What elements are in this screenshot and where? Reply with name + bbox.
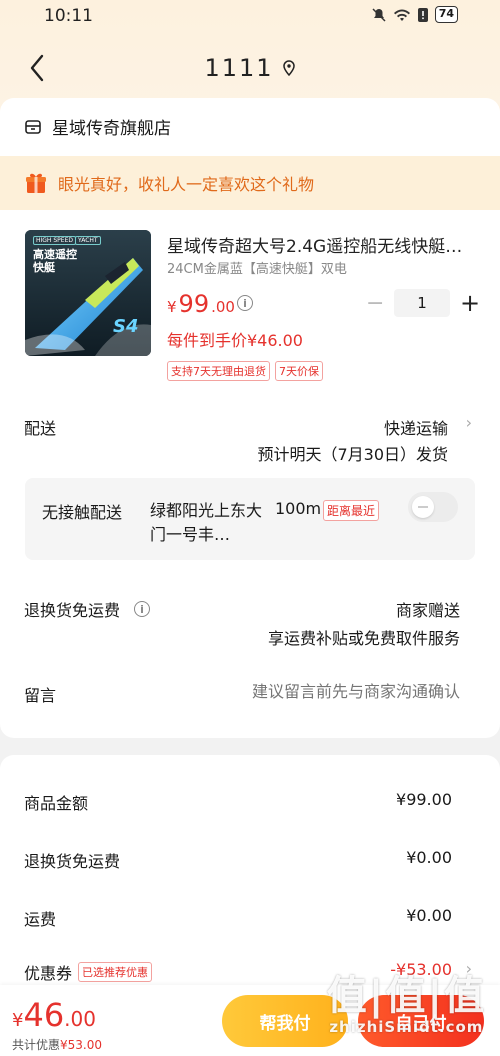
service-tag: 支持7天无理由退货 [167,361,270,381]
store-name: 星域传奇旗舰店 [52,119,171,139]
nearest-badge: 距离最近 [323,500,380,521]
battery-level: 74 [438,7,454,20]
coupon-label: 优惠券 [24,964,73,983]
contactless-distance: 100m [275,499,322,518]
store-row[interactable]: 星域传奇旗舰店 [24,114,171,139]
summary-row: 退换货免运费 ¥0.00 [24,848,452,872]
product-image-badge-1: HIGH SPEED [33,236,76,245]
contactless-toggle[interactable] [408,492,458,522]
product-price: ¥ 99 .00 [167,290,235,318]
service-tag: 7天价保 [275,361,323,381]
product-image-badge-2: YACHT [75,236,101,245]
total-integer: 46 [23,996,65,1034]
store-icon [25,119,41,134]
increase-quantity-button[interactable]: + [460,289,480,317]
shipping-eta: 预计明天（7月30日）发货 [257,445,448,464]
alert-icon [417,7,428,22]
gift-icon [26,173,46,193]
total-discount: 共计优惠¥53.00 [12,1036,102,1053]
summary-value: ¥0.00 [406,906,452,925]
address-title: 1111 [204,54,274,82]
summary-row: 商品金额 ¥99.00 [24,790,452,814]
total-symbol: ¥ [12,1010,24,1031]
toggle-knob [412,496,434,518]
summary-label: 商品金额 [24,794,89,813]
product-image[interactable]: HIGH SPEED YACHT 高速遥控快艇 S4 [25,230,151,356]
quantity-input[interactable]: 1 [394,289,450,317]
watermark-site: zhizhiSmidt.com [329,1018,484,1036]
return-freight-row: 退换货免运费 i [24,597,151,621]
product-spec[interactable]: 24CM金属蓝【高速快艇】双电 [167,258,347,277]
price-info-icon[interactable]: i [237,295,253,311]
note-label: 留言 [24,686,57,705]
watermark: 值|值|值 zhizhiSmidt.com [327,974,486,1036]
summary-value: ¥99.00 [396,790,452,809]
return-freight-info-icon[interactable]: i [134,601,151,617]
price-integer: 99 [178,290,210,318]
product-image-label: S4 [113,316,139,337]
gift-banner: 眼光真好，收礼人一定喜欢这个礼物 [0,156,500,210]
price-symbol: ¥ [167,298,177,316]
wifi-icon [393,9,410,21]
address-selector[interactable]: 1111 [0,54,500,82]
decrease-quantity-button[interactable]: − [366,291,384,316]
product-image-title: 高速遥控快艇 [33,248,77,274]
contactless-label: 无接触配送 [42,503,123,522]
total-price: ¥ 46 .00 [12,996,96,1034]
gift-banner-text: 眼光真好，收礼人一定喜欢这个礼物 [58,175,315,194]
note-input[interactable] [200,682,460,701]
status-time: 10:11 [44,6,93,26]
summary-label: 退换货免运费 [24,852,121,871]
service-tags: 支持7天无理由退货 7天价保 [167,361,323,381]
price-decimal: .00 [211,298,235,316]
return-freight-desc: 享运费补贴或免费取件服务 [267,629,460,648]
summary-value: ¥0.00 [406,848,452,867]
shipping-method[interactable]: 快递运输 [384,415,448,439]
chevron-right-icon[interactable]: › [466,413,472,432]
quantity-stepper: − 1 + [366,289,480,317]
return-freight-label: 退换货免运费 [24,601,121,620]
total-decimal: .00 [64,1007,96,1031]
location-pin-icon [282,60,295,76]
unit-price: 每件到手价¥46.00 [167,331,303,350]
saved-prefix: 共计优惠 [12,1038,61,1052]
status-icons: 74 [371,6,458,23]
watermark-logo: 值|值|值 [326,973,486,1019]
mute-icon [372,7,386,22]
coupon-tag: 已选推荐优惠 [78,962,153,982]
battery-icon: 74 [434,6,458,23]
summary-label: 运费 [24,910,57,929]
return-freight-value: 商家赠送 [395,601,460,620]
product-title[interactable]: 星域传奇超大号2.4G遥控船无线快艇… [167,232,477,257]
saved-value: ¥53.00 [60,1038,103,1052]
contactless-address: 绿都阳光上东大门一号丰… [150,501,263,544]
shipping-label: 配送 [24,419,57,438]
coupon-row[interactable]: 优惠券 已选推荐优惠 [24,960,153,984]
summary-row: 运费 ¥0.00 [24,906,452,930]
